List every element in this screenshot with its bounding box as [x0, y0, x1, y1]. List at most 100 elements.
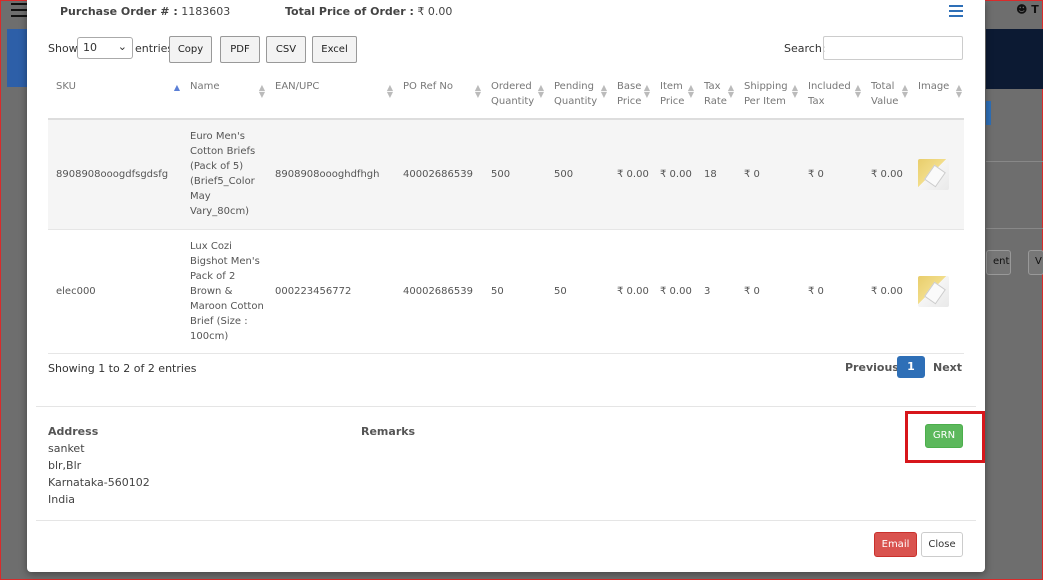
- table-header-row: SKU ▲ Name ▲ ▼ EAN/UPC ▲ ▼ PO Ref No ▲ ▼ Ordere…: [48, 68, 964, 120]
- cell-included-tax: ₹ 0: [800, 229, 863, 354]
- po-number-value: 1183603: [181, 5, 231, 18]
- column-header-po-ref[interactable]: PO Ref No ▲ ▼: [395, 68, 483, 120]
- cell-item-price: ₹ 0.00: [652, 119, 696, 230]
- hamburger-menu-icon[interactable]: [11, 3, 28, 17]
- total-price: Total Price of Order : ₹ 0.00: [285, 5, 452, 18]
- sort-icon: ▲ ▼: [537, 83, 544, 99]
- cell-tax-rate: 3: [696, 229, 736, 354]
- total-price-label: Total Price of Order :: [285, 5, 414, 18]
- cell-image: [910, 119, 964, 230]
- copy-button[interactable]: Copy: [169, 36, 212, 63]
- cell-tax-rate: 18: [696, 119, 736, 230]
- sort-icon: ▲ ▼: [474, 83, 481, 99]
- address-line: sanket: [48, 442, 85, 455]
- cell-sku: elec000: [48, 229, 182, 354]
- cell-total-value: ₹ 0.00: [863, 119, 910, 230]
- grn-button[interactable]: GRN: [925, 424, 963, 448]
- footer-divider: [36, 520, 976, 521]
- cell-item-price: ₹ 0.00: [652, 229, 696, 354]
- column-header-image[interactable]: Image ▲ ▼: [910, 68, 964, 120]
- sort-asc-icon: ▲: [173, 83, 180, 92]
- column-header-ordered-qty[interactable]: Ordered Quantity ▲ ▼: [483, 68, 546, 120]
- background-button-partial: V: [1028, 250, 1043, 275]
- cell-name: Lux Cozi Bigshot Men's Pack of 2 Brown &…: [182, 229, 267, 354]
- sort-icon: ▲ ▼: [854, 83, 861, 99]
- po-number: Purchase Order # : 1183603: [60, 5, 230, 18]
- section-divider: [36, 406, 976, 407]
- table-row: 8908908ooogdfsgdsfg Euro Men's Cotton Br…: [48, 119, 964, 230]
- excel-button[interactable]: Excel: [312, 36, 357, 63]
- sort-icon: ▲ ▼: [901, 83, 908, 99]
- sort-icon: ▲ ▼: [727, 83, 734, 99]
- address-line: Karnataka-560102: [48, 476, 150, 489]
- table-info: Showing 1 to 2 of 2 entries: [48, 362, 197, 375]
- show-label: Show: [48, 42, 78, 55]
- column-header-tax-rate[interactable]: Tax Rate ▲ ▼: [696, 68, 736, 120]
- column-header-sku[interactable]: SKU ▲: [48, 68, 182, 120]
- cell-name: Euro Men's Cotton Briefs (Pack of 5) (Br…: [182, 119, 267, 230]
- sort-icon: ▲ ▼: [386, 83, 393, 99]
- background-divider: [986, 228, 1043, 229]
- previous-page-button[interactable]: Previous: [845, 361, 899, 374]
- next-page-button[interactable]: Next: [933, 361, 962, 374]
- page-1-button[interactable]: 1: [897, 356, 925, 378]
- column-header-included-tax[interactable]: Included Tax ▲ ▼: [800, 68, 863, 120]
- cell-shipping: ₹ 0: [736, 229, 800, 354]
- remarks-title: Remarks: [361, 425, 416, 438]
- column-header-total-value[interactable]: Total Value ▲ ▼: [863, 68, 910, 120]
- cell-image: [910, 229, 964, 354]
- page-length-select[interactable]: 10 ⌄: [77, 37, 133, 59]
- search-label: Search:: [784, 42, 826, 55]
- column-header-ean[interactable]: EAN/UPC ▲ ▼: [267, 68, 395, 120]
- chevron-down-icon: ⌄: [117, 40, 127, 53]
- column-header-shipping[interactable]: Shipping Per Item ▲ ▼: [736, 68, 800, 120]
- column-header-base-price[interactable]: Base Price ▲ ▼: [609, 68, 652, 120]
- cell-pending: 500: [546, 119, 609, 230]
- cell-sku: 8908908ooogdfsgdsfg: [48, 119, 182, 230]
- background-button: [986, 101, 991, 125]
- purchase-order-modal: Purchase Order # : 1183603 Total Price o…: [27, 0, 985, 572]
- entries-label: entries: [135, 42, 174, 55]
- column-header-item-price[interactable]: Item Price ▲ ▼: [652, 68, 696, 120]
- sort-icon: ▲ ▼: [791, 83, 798, 99]
- total-price-value: ₹ 0.00: [417, 5, 453, 18]
- cell-po-ref: 40002686539: [395, 229, 483, 354]
- pdf-button[interactable]: PDF: [220, 36, 260, 63]
- sort-icon: ▲ ▼: [643, 83, 650, 99]
- page-length-value: 10: [83, 41, 97, 54]
- column-header-pending-qty[interactable]: Pending Quantity ▲ ▼: [546, 68, 609, 120]
- cell-shipping: ₹ 0: [736, 119, 800, 230]
- sort-icon: ▲ ▼: [955, 83, 962, 99]
- column-header-name[interactable]: Name ▲ ▼: [182, 68, 267, 120]
- cell-included-tax: ₹ 0: [800, 119, 863, 230]
- cell-ean: 8908908oooghdfhgh: [267, 119, 395, 230]
- product-thumbnail[interactable]: [918, 158, 949, 190]
- menu-icon[interactable]: [949, 5, 963, 19]
- cell-po-ref: 40002686539: [395, 119, 483, 230]
- product-thumbnail[interactable]: [918, 275, 949, 307]
- po-number-label: Purchase Order # :: [60, 5, 178, 18]
- background-header-block: [986, 29, 1043, 89]
- modal-header: Purchase Order # : 1183603 Total Price o…: [27, 0, 985, 26]
- sort-icon: ▲ ▼: [258, 83, 265, 99]
- user-icon[interactable]: ☻ T: [1016, 3, 1039, 16]
- close-button[interactable]: Close: [921, 532, 963, 557]
- table-row: elec000 Lux Cozi Bigshot Men's Pack of 2…: [48, 229, 964, 354]
- table-controls: Show 10 ⌄ entries Copy PDF CSV Excel Sea…: [48, 36, 964, 64]
- sort-icon: ▲ ▼: [687, 83, 694, 99]
- user-initial: T: [1031, 3, 1039, 16]
- purchase-order-table: SKU ▲ Name ▲ ▼ EAN/UPC ▲ ▼ PO Ref No ▲ ▼ Ordere…: [48, 68, 964, 354]
- csv-button[interactable]: CSV: [266, 36, 306, 63]
- cell-ean: 000223456772: [267, 229, 395, 354]
- background-divider: [986, 161, 1043, 162]
- email-button[interactable]: Email: [874, 532, 917, 557]
- background-button-partial: ents: [986, 250, 1011, 275]
- address-title: Address: [48, 425, 99, 438]
- cell-base-price: ₹ 0.00: [609, 229, 652, 354]
- search-input[interactable]: [823, 36, 963, 60]
- cell-total-value: ₹ 0.00: [863, 229, 910, 354]
- cell-pending: 50: [546, 229, 609, 354]
- cell-ordered: 500: [483, 119, 546, 230]
- address-line: India: [48, 493, 75, 506]
- cell-ordered: 50: [483, 229, 546, 354]
